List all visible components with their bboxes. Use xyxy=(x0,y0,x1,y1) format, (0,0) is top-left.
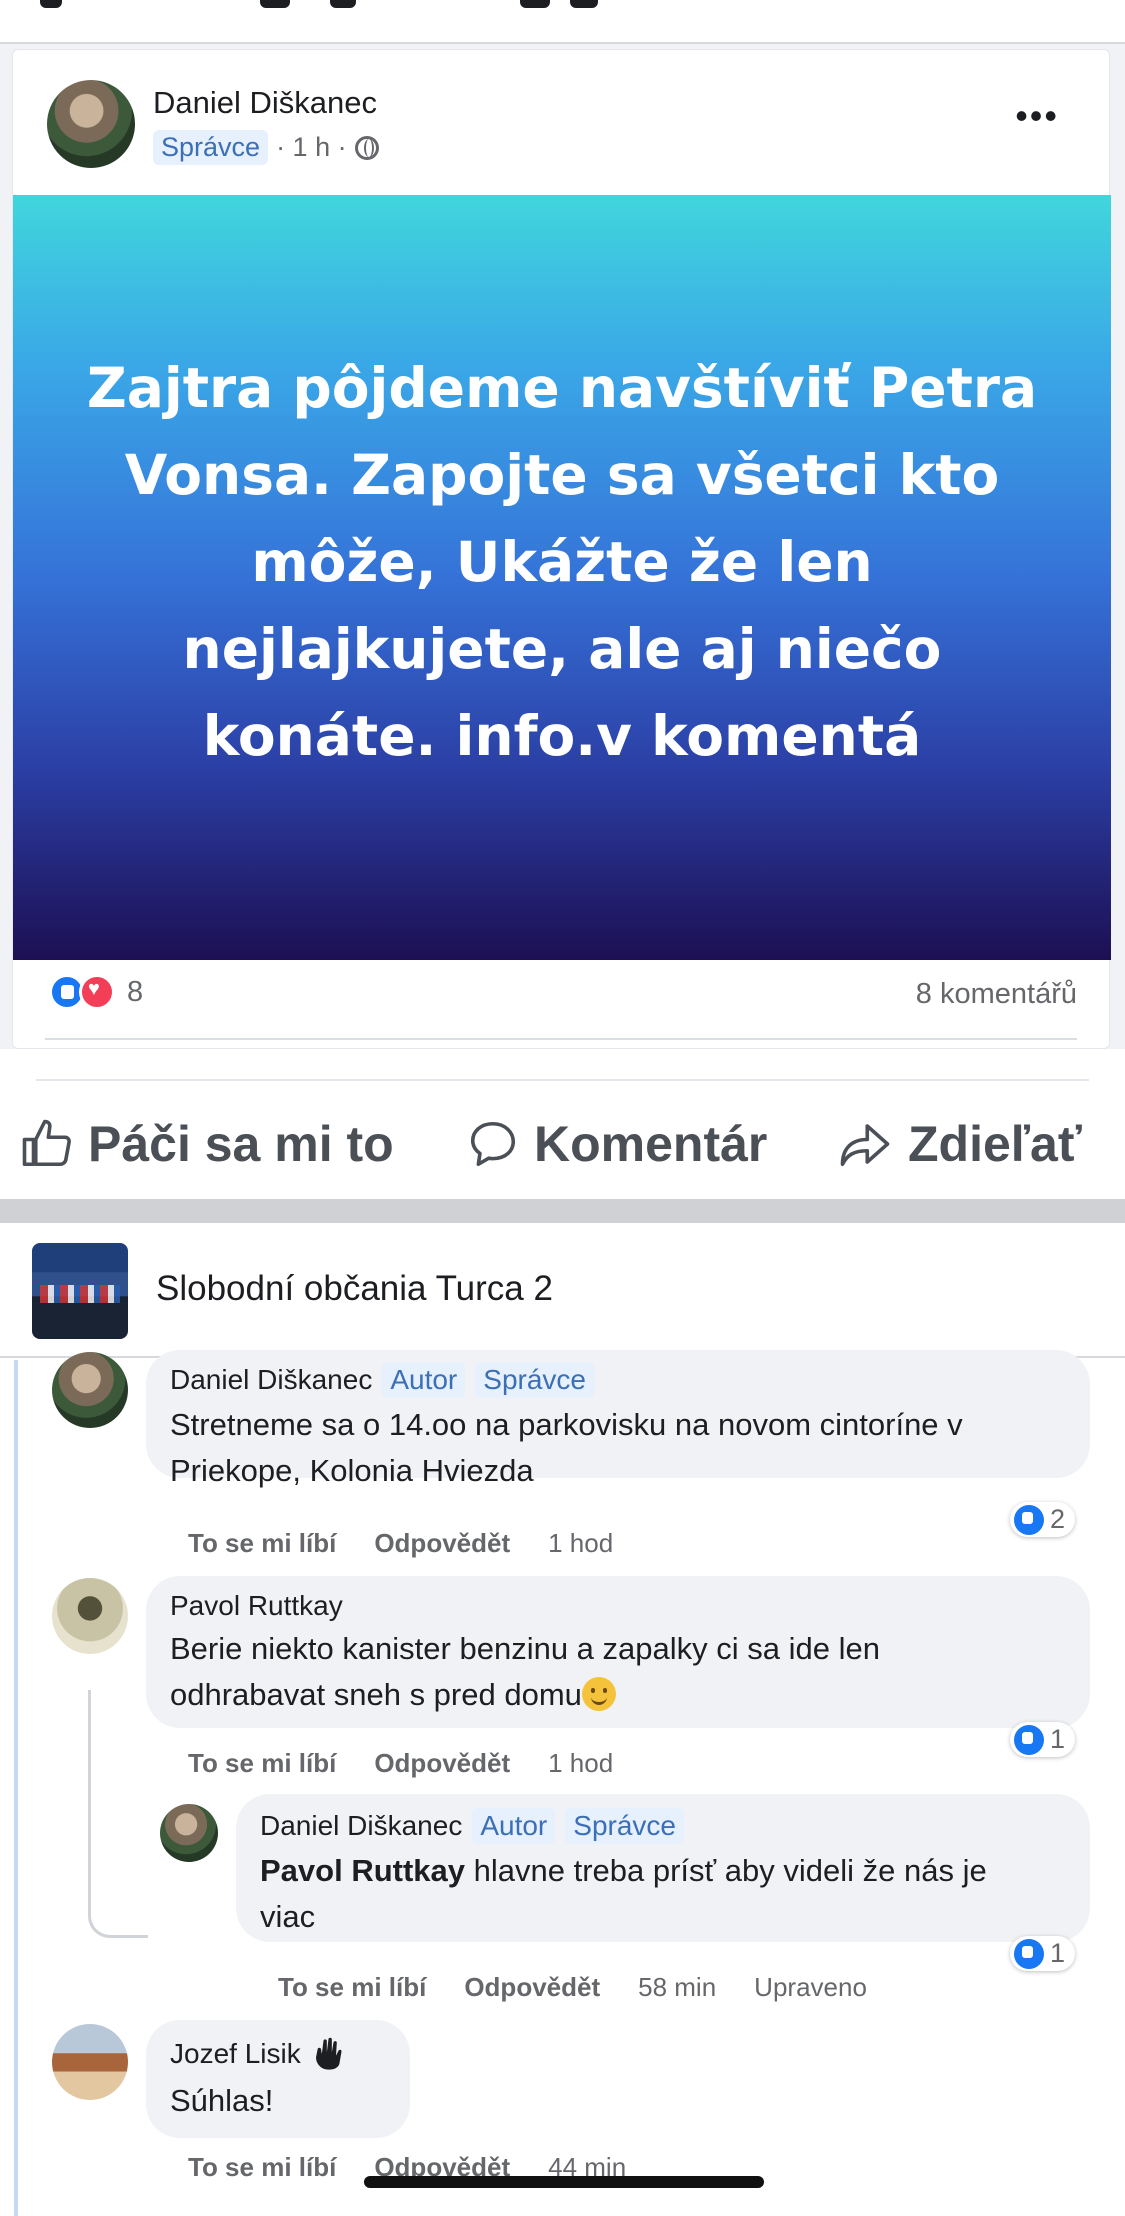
comment-button[interactable]: Komentár xyxy=(466,1115,767,1173)
admin-badge: Správce xyxy=(475,1362,594,1398)
thumbs-up-icon xyxy=(22,1119,71,1167)
comment-reply-button[interactable]: Odpovědět xyxy=(374,1528,510,1559)
post-actions-bar: Páči sa mi to Komentár Zdieľať xyxy=(0,1049,1125,1199)
edited-label[interactable]: Upraveno xyxy=(754,1972,867,2003)
section-divider xyxy=(0,1199,1125,1223)
like-button-label: Páči sa mi to xyxy=(88,1116,394,1172)
post-author-name[interactable]: Daniel Diškanec xyxy=(153,85,377,121)
comment-like-button[interactable]: To se mi líbí xyxy=(188,1528,336,1559)
comment-actions: To se mi líbí Odpovědět 1 hod xyxy=(188,1528,613,1559)
comment-actions: To se mi líbí Odpovědět 1 hod xyxy=(188,1748,613,1779)
globe-icon xyxy=(354,135,379,160)
share-button-label: Zdieľať xyxy=(908,1116,1082,1172)
reaction-count: 8 xyxy=(127,975,144,1008)
divider xyxy=(45,1038,1077,1040)
reply-bubble: Daniel Diškanec Autor Správce Pavol Rutt… xyxy=(236,1794,1090,1942)
reply-time[interactable]: 58 min xyxy=(638,1972,716,2003)
comment-reply-button[interactable]: Odpovědět xyxy=(374,1748,510,1779)
more-options-icon[interactable]: ••• xyxy=(1015,98,1059,134)
share-arrow-icon xyxy=(840,1124,890,1167)
feed-background: Daniel Diškanec Správce · 1 h · ••• Zajt… xyxy=(0,44,1125,1049)
comment-bubble: Daniel Diškanec Autor Správce Stretneme … xyxy=(146,1350,1090,1488)
group-cover-thumbnail[interactable] xyxy=(32,1243,128,1339)
reactions-summary[interactable]: 8 xyxy=(49,974,143,1010)
group-header[interactable]: Slobodní občania Turca 2 xyxy=(0,1223,1125,1358)
reply-reactions[interactable]: 1 xyxy=(1010,1936,1076,1971)
comment-text: Berie niekto kanister benzinu a zapalky … xyxy=(170,1631,880,1712)
comment-time[interactable]: 1 hod xyxy=(548,1748,613,1779)
reply-actions: To se mi líbí Odpovědět 58 min Upraveno xyxy=(278,1972,867,2003)
post-image-banner[interactable]: Zajtra pôjdeme navštíviť Petra Vonsa. Za… xyxy=(13,195,1111,960)
post-meta: Správce · 1 h · xyxy=(153,130,379,165)
post-card: Daniel Diškanec Správce · 1 h · ••• Zajt… xyxy=(12,49,1111,1049)
comment-like-button[interactable]: To se mi líbí xyxy=(188,2152,336,2183)
comment-author[interactable]: Daniel Diškanec xyxy=(170,1364,372,1396)
comment-like-button[interactable]: To se mi líbí xyxy=(188,1748,336,1779)
comment-reactions[interactable]: 1 xyxy=(1010,1722,1076,1757)
home-indicator[interactable] xyxy=(364,2176,764,2188)
comments-section: Daniel Diškanec Autor Správce Stretneme … xyxy=(0,1350,1125,2216)
like-button[interactable]: Páči sa mi to xyxy=(20,1115,394,1173)
role-badge: Správce xyxy=(153,130,269,165)
comment-text: Súhlas! xyxy=(170,2083,274,2118)
comment-button-label: Komentár xyxy=(534,1116,768,1172)
like-reaction-icon xyxy=(1014,1724,1044,1755)
reply-connector xyxy=(88,1690,148,1938)
share-button[interactable]: Zdieľať xyxy=(836,1115,1082,1173)
waving-hand-icon xyxy=(315,2037,342,2070)
comment-bubble-icon xyxy=(470,1121,516,1167)
cropped-header xyxy=(0,0,1125,44)
reply-author[interactable]: Daniel Diškanec xyxy=(260,1810,462,1842)
reply-reply-button[interactable]: Odpovědět xyxy=(464,1972,600,2003)
author-badge: Autor xyxy=(382,1362,466,1398)
comment-count-link[interactable]: 8 komentářů xyxy=(916,978,1077,1011)
comment-author[interactable]: Jozef Lisik xyxy=(170,2038,301,2070)
comment-author[interactable]: Pavol Ruttkay xyxy=(170,1590,343,1622)
slightly-smiling-face-icon xyxy=(581,1677,616,1711)
banner-text: Zajtra pôjdeme navštíviť Petra Vonsa. Za… xyxy=(86,356,1038,768)
comment-avatar[interactable] xyxy=(52,1352,128,1428)
post-time[interactable]: · 1 h · xyxy=(276,132,347,163)
comment-reactions[interactable]: 2 xyxy=(1010,1502,1076,1537)
like-reaction-icon xyxy=(1014,1938,1044,1969)
group-name[interactable]: Slobodní občania Turca 2 xyxy=(156,1269,553,1309)
comment-avatar[interactable] xyxy=(52,1578,128,1654)
reply-like-button[interactable]: To se mi líbí xyxy=(278,1972,426,2003)
admin-badge: Správce xyxy=(565,1808,684,1844)
thread-line xyxy=(14,1360,18,2216)
comment-text: Stretneme sa o 14.oo na parkovisku na no… xyxy=(170,1407,963,1488)
comment-avatar[interactable] xyxy=(52,2024,128,2100)
like-reaction-icon xyxy=(1014,1504,1044,1535)
comment-time[interactable]: 1 hod xyxy=(548,1528,613,1559)
comment-bubble: Jozef Lisik Súhlas! xyxy=(146,2020,410,2138)
reply-text: Pavol Ruttkay hlavne treba prísť aby vid… xyxy=(260,1853,987,1934)
author-badge: Autor xyxy=(472,1808,556,1844)
author-avatar[interactable] xyxy=(47,80,135,168)
reply-avatar[interactable] xyxy=(160,1804,218,1862)
mention-link[interactable]: Pavol Ruttkay xyxy=(260,1853,465,1888)
divider xyxy=(36,1079,1089,1081)
love-reaction-icon xyxy=(79,974,115,1010)
comment-bubble: Pavol Ruttkay Berie niekto kanister benz… xyxy=(146,1576,1090,1728)
